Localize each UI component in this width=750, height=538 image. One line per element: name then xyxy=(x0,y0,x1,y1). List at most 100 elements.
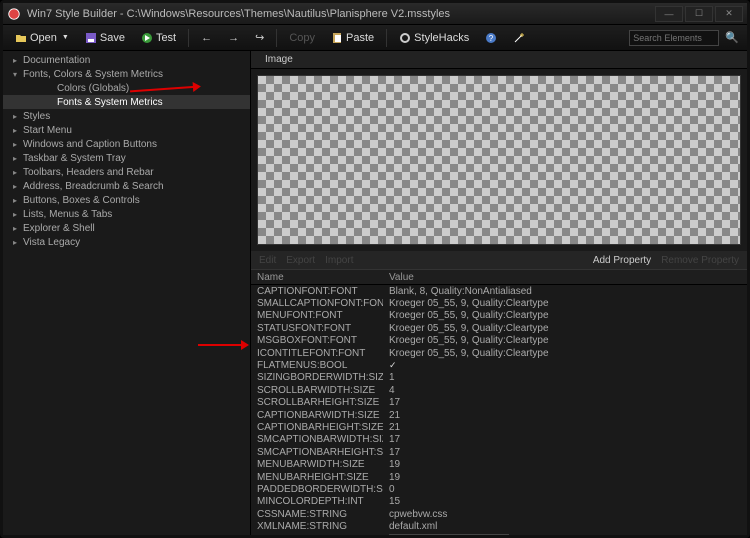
tree-item[interactable]: ▸Start Menu xyxy=(3,123,250,137)
titlebar[interactable]: Win7 Style Builder - C:\Windows\Resource… xyxy=(3,3,747,25)
property-value: 21 xyxy=(383,422,747,433)
property-value: cpwebvw.css xyxy=(383,509,747,520)
property-row[interactable]: SCROLLBARHEIGHT:SIZE17 xyxy=(251,397,747,409)
property-row[interactable]: SCROLLBAR:COLOR xyxy=(251,533,747,535)
property-name: PADDEDBORDERWIDTH:SIZE xyxy=(251,484,383,495)
property-value: 21 xyxy=(383,410,747,421)
property-name: SMCAPTIONBARWIDTH:SIZE xyxy=(251,434,383,445)
toolbar: Open▼ Save Test ← → ↪ Copy Paste StyleHa… xyxy=(3,25,747,51)
gear-icon xyxy=(399,32,411,44)
property-row[interactable]: ICONTITLEFONT:FONTKroeger 05_55, 9, Qual… xyxy=(251,347,747,359)
forward-button[interactable]: → xyxy=(222,30,245,46)
search-go-button[interactable]: 🔍 xyxy=(723,29,741,46)
tree-label: Buttons, Boxes & Controls xyxy=(23,195,140,206)
property-name: CAPTIONBARHEIGHT:SIZE xyxy=(251,422,383,433)
save-icon xyxy=(85,32,97,44)
tree-item[interactable]: ▸Taskbar & System Tray xyxy=(3,151,250,165)
property-row[interactable]: SMCAPTIONBARWIDTH:SIZE17 xyxy=(251,434,747,446)
svg-text:?: ? xyxy=(489,34,494,43)
tree-arrow-icon: ▸ xyxy=(13,238,21,247)
tree-item[interactable]: ▸Toolbars, Headers and Rebar xyxy=(3,165,250,179)
tree-item[interactable]: ▸Buttons, Boxes & Controls xyxy=(3,193,250,207)
add-property-button[interactable]: Add Property xyxy=(593,255,651,266)
property-value: 4 xyxy=(383,385,747,396)
save-button[interactable]: Save xyxy=(79,30,131,46)
column-name[interactable]: Name xyxy=(251,272,383,283)
tree-item[interactable]: ▸Vista Legacy xyxy=(3,235,250,249)
property-value: ✓ xyxy=(383,360,747,371)
separator xyxy=(386,29,387,47)
help-button[interactable]: ? xyxy=(479,30,503,46)
property-row[interactable]: CAPTIONFONT:FONTBlank, 8, Quality:NonAnt… xyxy=(251,285,747,297)
tree-arrow-icon: ▸ xyxy=(13,224,21,233)
wand-icon xyxy=(513,32,525,44)
tree-arrow-icon: ▸ xyxy=(13,154,21,163)
property-value: Kroeger 05_55, 9, Quality:Cleartype xyxy=(383,335,747,346)
tree-item[interactable]: Colors (Globals) xyxy=(3,81,250,95)
column-value[interactable]: Value xyxy=(383,272,747,283)
property-value: Kroeger 05_55, 9, Quality:Cleartype xyxy=(383,298,747,309)
tree-item[interactable]: Fonts & System Metrics xyxy=(3,95,250,109)
separator xyxy=(276,29,277,47)
tree-label: Fonts, Colors & System Metrics xyxy=(23,69,163,80)
property-name: STATUSFONT:FONT xyxy=(251,323,383,334)
property-value xyxy=(383,534,747,535)
tree-label: Documentation xyxy=(23,55,90,66)
tree-item[interactable]: ▸Styles xyxy=(3,109,250,123)
property-value: Blank, 8, Quality:NonAntialiased xyxy=(383,286,747,297)
tree-item[interactable]: ▸Documentation xyxy=(3,53,250,67)
property-row[interactable]: SCROLLBARWIDTH:SIZE4 xyxy=(251,384,747,396)
tree-label: Styles xyxy=(23,111,50,122)
property-row[interactable]: MENUBARHEIGHT:SIZE19 xyxy=(251,471,747,483)
property-row[interactable]: PADDEDBORDERWIDTH:SIZE0 xyxy=(251,483,747,495)
property-value: 0 xyxy=(383,484,747,495)
property-value: 17 xyxy=(383,447,747,458)
tree-item[interactable]: ▸Address, Breadcrumb & Search xyxy=(3,179,250,193)
back-button[interactable]: ← xyxy=(195,30,218,46)
tree-label: Lists, Menus & Tabs xyxy=(23,209,112,220)
tree-arrow-icon: ▾ xyxy=(13,70,21,79)
test-button[interactable]: Test xyxy=(135,30,182,46)
property-row[interactable]: MINCOLORDEPTH:INT15 xyxy=(251,496,747,508)
search-input[interactable] xyxy=(629,30,719,46)
tree-label: Toolbars, Headers and Rebar xyxy=(23,167,154,178)
maximize-button[interactable]: ☐ xyxy=(685,6,713,22)
property-row[interactable]: CAPTIONBARWIDTH:SIZE21 xyxy=(251,409,747,421)
sidebar-tree[interactable]: ▸Documentation▾Fonts, Colors & System Me… xyxy=(3,51,251,535)
tree-item[interactable]: ▾Fonts, Colors & System Metrics xyxy=(3,67,250,81)
tree-item[interactable]: ▸Windows and Caption Buttons xyxy=(3,137,250,151)
property-row[interactable]: XMLNAME:STRINGdefault.xml xyxy=(251,520,747,532)
property-row[interactable]: CAPTIONBARHEIGHT:SIZE21 xyxy=(251,421,747,433)
image-tab[interactable]: Image xyxy=(251,51,747,69)
help-icon: ? xyxy=(485,32,497,44)
stylehacks-button[interactable]: StyleHacks xyxy=(393,30,475,46)
property-row[interactable]: SIZINGBORDERWIDTH:SIZE1 xyxy=(251,372,747,384)
tree-item[interactable]: ▸Lists, Menus & Tabs xyxy=(3,207,250,221)
property-row[interactable]: STATUSFONT:FONTKroeger 05_55, 9, Quality… xyxy=(251,322,747,334)
play-icon xyxy=(141,32,153,44)
tree-arrow-icon: ▸ xyxy=(13,168,21,177)
remove-property-button: Remove Property xyxy=(661,255,739,266)
property-list[interactable]: CAPTIONFONT:FONTBlank, 8, Quality:NonAnt… xyxy=(251,285,747,535)
property-row[interactable]: SMALLCAPTIONFONT:FONTKroeger 05_55, 9, Q… xyxy=(251,297,747,309)
folder-icon xyxy=(15,32,27,44)
property-value: Kroeger 05_55, 9, Quality:Cleartype xyxy=(383,348,747,359)
minimize-button[interactable]: — xyxy=(655,6,683,22)
property-row[interactable]: SMCAPTIONBARHEIGHT:SIZE17 xyxy=(251,446,747,458)
tree-arrow-icon: ▸ xyxy=(13,126,21,135)
wand-button[interactable] xyxy=(507,30,531,46)
property-row[interactable]: MENUBARWIDTH:SIZE19 xyxy=(251,458,747,470)
close-button[interactable]: ✕ xyxy=(715,6,743,22)
property-row[interactable]: FLATMENUS:BOOL✓ xyxy=(251,359,747,371)
property-value: Kroeger 05_55, 9, Quality:Cleartype xyxy=(383,310,747,321)
property-row[interactable]: CSSNAME:STRINGcpwebvw.css xyxy=(251,508,747,520)
property-name: XMLNAME:STRING xyxy=(251,521,383,532)
property-row[interactable]: MSGBOXFONT:FONTKroeger 05_55, 9, Quality… xyxy=(251,335,747,347)
property-row[interactable]: MENUFONT:FONTKroeger 05_55, 9, Quality:C… xyxy=(251,310,747,322)
tree-item[interactable]: ▸Explorer & Shell xyxy=(3,221,250,235)
open-button[interactable]: Open▼ xyxy=(9,30,75,46)
paste-button[interactable]: Paste xyxy=(325,30,380,46)
color-swatch[interactable] xyxy=(389,534,509,535)
redo-button[interactable]: ↪ xyxy=(249,29,270,46)
property-value: 19 xyxy=(383,472,747,483)
